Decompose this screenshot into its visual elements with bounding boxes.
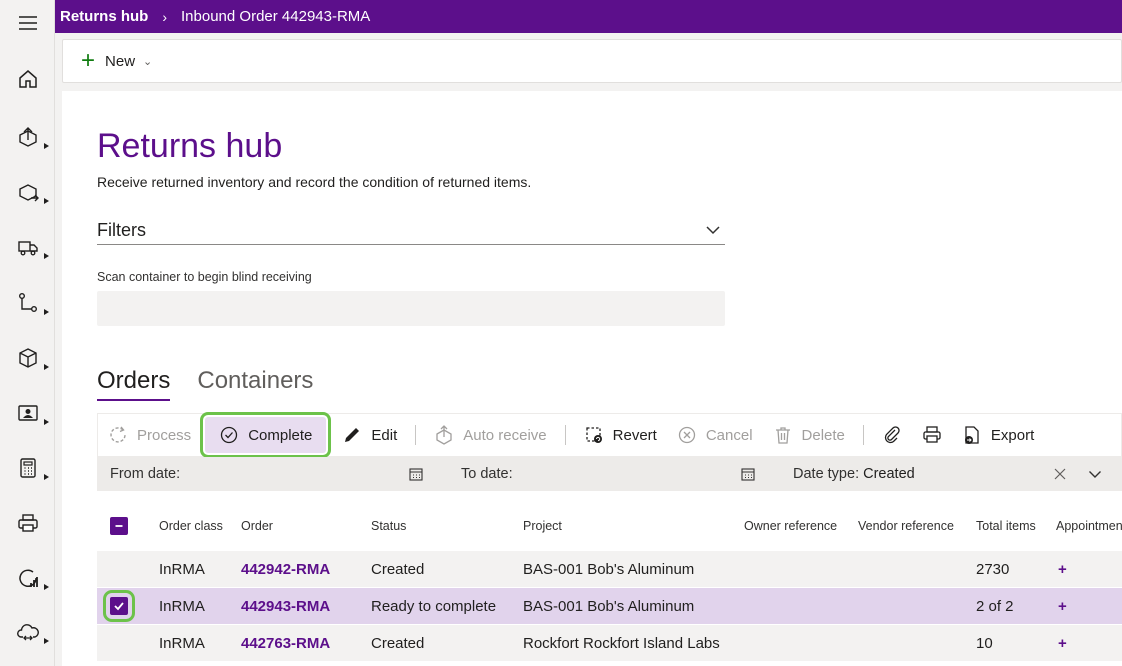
order-link[interactable]: 442943-RMA: [241, 598, 330, 615]
add-appointment-button[interactable]: +: [1058, 561, 1067, 578]
workflow-icon[interactable]: [0, 283, 55, 323]
scan-container-label: Scan container to begin blind receiving: [97, 270, 312, 284]
top-bar: Returns hub › Inbound Order 442943-RMA: [55, 0, 1122, 33]
auto-receive-button[interactable]: Auto receive: [424, 413, 556, 457]
from-date-label: From date:: [110, 466, 181, 482]
chevron-down-icon: ⌄: [143, 55, 153, 68]
orders-grid: Order class Order Status Project Owner r…: [97, 505, 1122, 661]
complete-button[interactable]: Complete: [200, 412, 332, 458]
export-button[interactable]: Export: [952, 413, 1044, 457]
row-checkbox[interactable]: [103, 590, 135, 622]
chevron-down-icon: [706, 226, 720, 235]
table-row[interactable]: InRMA 442943-RMA Ready to complete BAS-0…: [97, 587, 1122, 624]
print-button[interactable]: [912, 413, 952, 457]
printer-icon: [923, 426, 941, 443]
tab-list: Orders Containers: [97, 367, 340, 401]
trash-icon: [775, 427, 790, 444]
home-icon[interactable]: [0, 59, 55, 99]
paperclip-icon: [884, 426, 900, 444]
process-icon: [110, 426, 126, 443]
cancel-circle-icon: [678, 426, 695, 444]
col-owner-reference[interactable]: Owner reference: [744, 519, 837, 533]
contact-card-icon[interactable]: [0, 393, 55, 433]
truck-icon[interactable]: [0, 227, 55, 267]
pencil-icon: [345, 428, 360, 442]
tab-containers[interactable]: Containers: [197, 367, 313, 401]
delete-button[interactable]: Delete: [763, 413, 855, 457]
col-appointment[interactable]: Appointmen: [1056, 519, 1122, 533]
filters-label: Filters: [97, 219, 146, 240]
new-button-label: New: [105, 52, 136, 70]
process-button[interactable]: Process: [98, 413, 201, 457]
toolbar-divider: [862, 425, 864, 445]
scan-container-input[interactable]: [97, 291, 725, 326]
edit-button[interactable]: Edit: [332, 413, 407, 457]
to-date-label: To date:: [461, 466, 513, 482]
hamburger-menu-icon[interactable]: [0, 3, 55, 43]
grid-header: Order class Order Status Project Owner r…: [97, 505, 1122, 550]
col-total-items[interactable]: Total items: [976, 519, 1036, 533]
indeterminate-icon: [115, 525, 123, 527]
breadcrumb-chevron-icon: ›: [162, 8, 168, 25]
tab-orders[interactable]: Orders: [97, 367, 171, 401]
table-row[interactable]: InRMA 442763-RMA Created Rockfort Rockfo…: [97, 624, 1122, 661]
plus-icon: +: [81, 47, 96, 74]
main-panel: Returns hub Receive returned inventory a…: [62, 91, 1122, 666]
page-title: Returns hub: [97, 127, 283, 165]
date-filter-row: From date: To date: Date type: Created: [97, 457, 1122, 491]
revert-button[interactable]: Revert: [574, 413, 667, 457]
cancel-button[interactable]: Cancel: [667, 413, 763, 457]
chevron-down-icon[interactable]: [1088, 457, 1102, 491]
command-bar: + New ⌄: [62, 39, 1122, 83]
check-circle-icon: [221, 426, 238, 444]
col-order[interactable]: Order: [241, 519, 273, 533]
col-status[interactable]: Status: [371, 519, 406, 533]
attach-button[interactable]: [872, 413, 912, 457]
col-vendor-reference[interactable]: Vendor reference: [858, 519, 954, 533]
calculator-icon[interactable]: [0, 448, 55, 488]
orders-toolbar: Process Complete Edit Auto receive Rever…: [97, 412, 1122, 458]
toolbar-divider: [564, 425, 566, 445]
table-row[interactable]: InRMA 442942-RMA Created BAS-001 Bob's A…: [97, 550, 1122, 587]
clear-filter-icon[interactable]: [1053, 457, 1067, 491]
app-name-link[interactable]: Returns hub: [60, 8, 148, 25]
from-date-calendar-icon[interactable]: [409, 457, 423, 491]
col-order-class[interactable]: Order class: [159, 519, 223, 533]
select-all-checkbox[interactable]: [110, 517, 128, 535]
returns-box-icon[interactable]: [0, 172, 55, 212]
revert-icon: [585, 427, 602, 443]
col-project[interactable]: Project: [523, 519, 562, 533]
upload-box-icon[interactable]: [0, 117, 55, 157]
auto-receive-icon: [436, 425, 452, 445]
order-link[interactable]: 442942-RMA: [241, 561, 330, 578]
printer-icon[interactable]: [0, 503, 55, 543]
breadcrumb-current: Inbound Order 442943-RMA: [181, 8, 371, 25]
cube-icon[interactable]: [0, 338, 55, 378]
checkmark-icon: [114, 602, 124, 611]
toolbar-divider: [415, 425, 417, 445]
export-icon: [964, 426, 979, 444]
date-type-filter[interactable]: Date type: Created: [793, 457, 915, 491]
add-appointment-button[interactable]: +: [1058, 598, 1067, 615]
add-appointment-button[interactable]: +: [1058, 635, 1067, 652]
filters-expander[interactable]: Filters: [97, 216, 725, 245]
to-date-calendar-icon[interactable]: [741, 457, 755, 491]
nav-rail: [0, 0, 55, 666]
analytics-icon[interactable]: [0, 558, 55, 598]
order-link[interactable]: 442763-RMA: [241, 635, 330, 652]
page-subtitle: Receive returned inventory and record th…: [97, 174, 532, 190]
cloud-sync-icon[interactable]: [0, 612, 55, 652]
new-button[interactable]: + New ⌄: [81, 49, 152, 73]
